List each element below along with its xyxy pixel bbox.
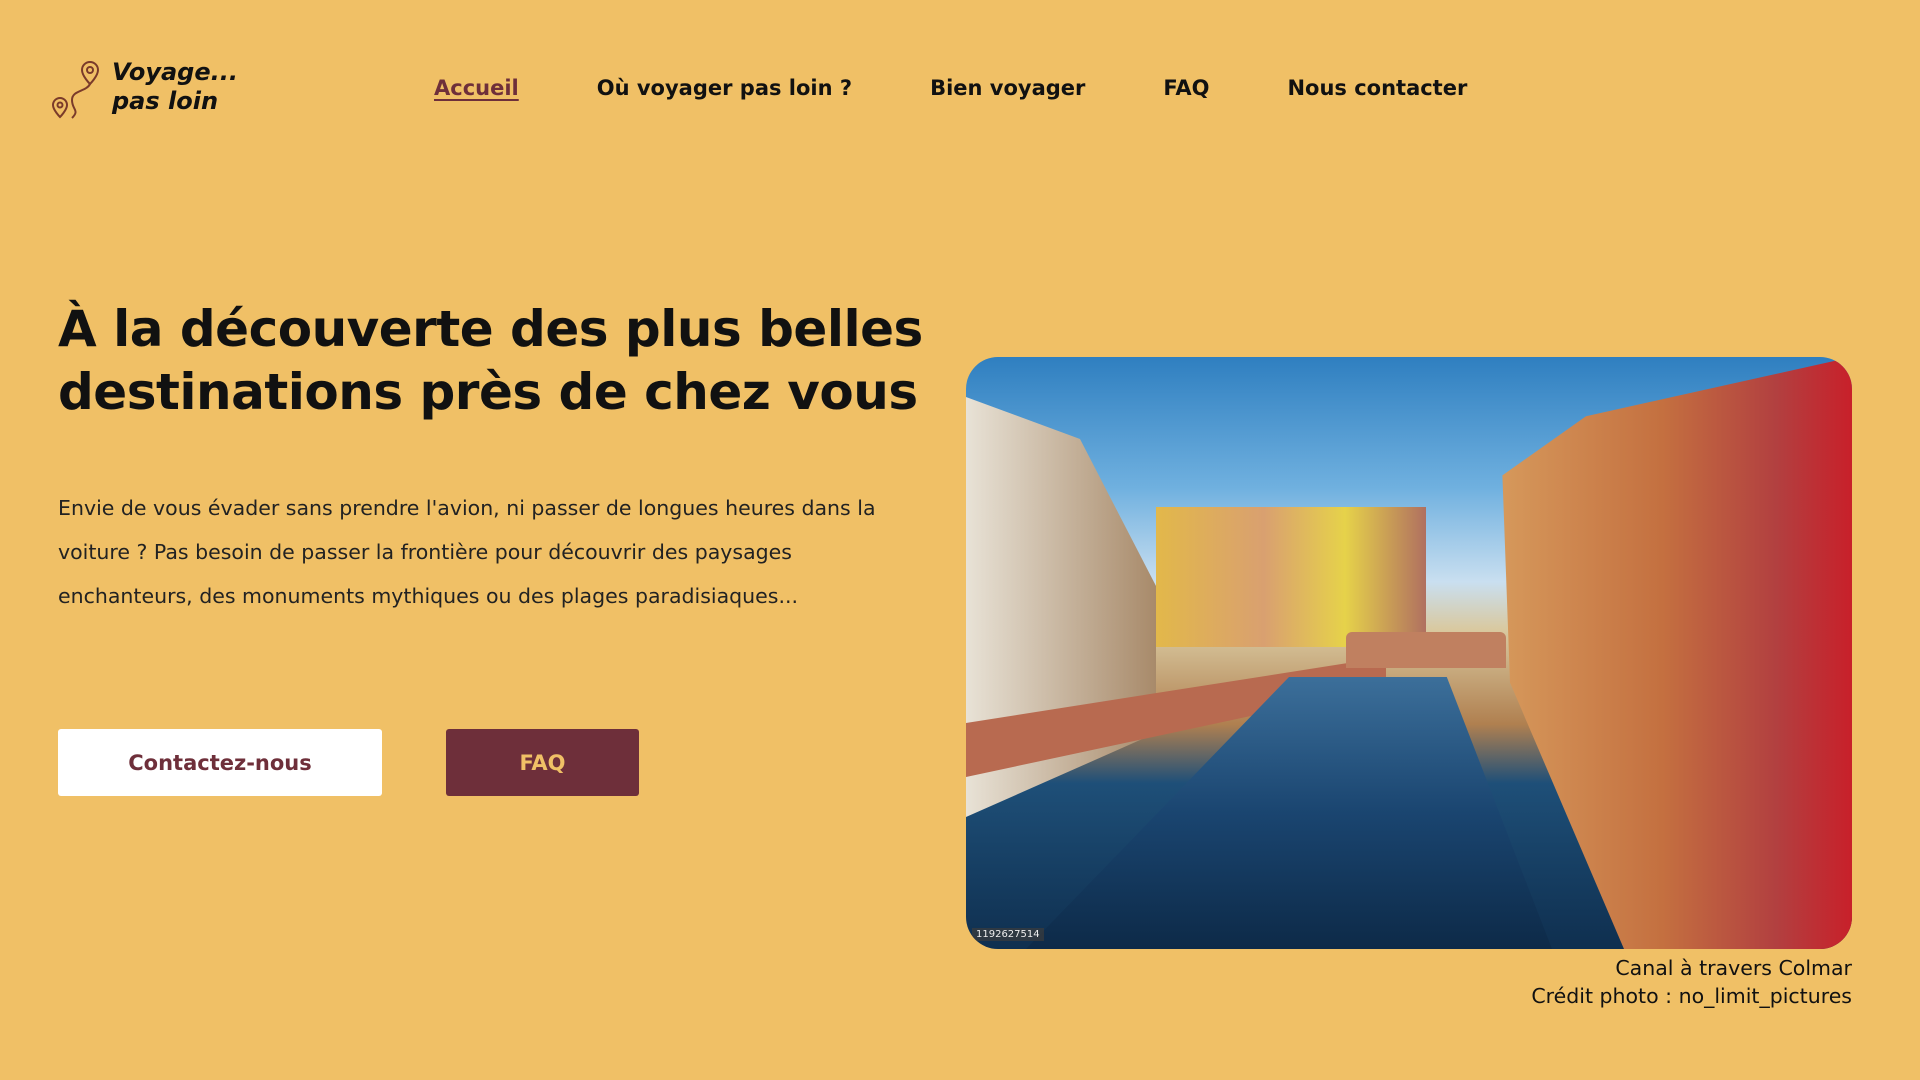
nav-bien-voyager[interactable]: Bien voyager <box>930 76 1085 100</box>
nav-faq[interactable]: FAQ <box>1163 76 1209 100</box>
logo[interactable]: Voyage... pas loin <box>50 58 238 122</box>
photo-caption: Canal à travers Colmar Crédit photo : no… <box>1531 954 1852 1010</box>
nav-nous-contacter[interactable]: Nous contacter <box>1287 76 1467 100</box>
logo-line-1: Voyage... <box>112 58 238 86</box>
main-nav: Accueil Où voyager pas loin ? Bien voyag… <box>434 76 1467 100</box>
photo-center-houses <box>1156 507 1426 647</box>
photo-right-market-hall <box>1502 357 1852 949</box>
intro-text: Envie de vous évader sans prendre l'avio… <box>58 496 876 608</box>
photo-bridge <box>1346 632 1506 668</box>
page-title: À la découverte des plus belles destinat… <box>58 300 923 421</box>
caption-credit: Crédit photo : no_limit_pictures <box>1531 984 1852 1008</box>
caption-title: Canal à travers Colmar <box>1615 956 1852 980</box>
map-route-pin-icon <box>51 60 100 119</box>
colmar-canal-photo: 1192627514 <box>966 357 1852 949</box>
photo-stock-id: 1192627514 <box>972 928 1044 941</box>
faq-button[interactable]: FAQ <box>446 729 639 796</box>
nav-ou-voyager[interactable]: Où voyager pas loin ? <box>597 76 852 100</box>
contact-button[interactable]: Contactez-nous <box>58 729 382 796</box>
logo-line-2: pas loin <box>112 87 219 115</box>
nav-accueil[interactable]: Accueil <box>434 76 519 100</box>
